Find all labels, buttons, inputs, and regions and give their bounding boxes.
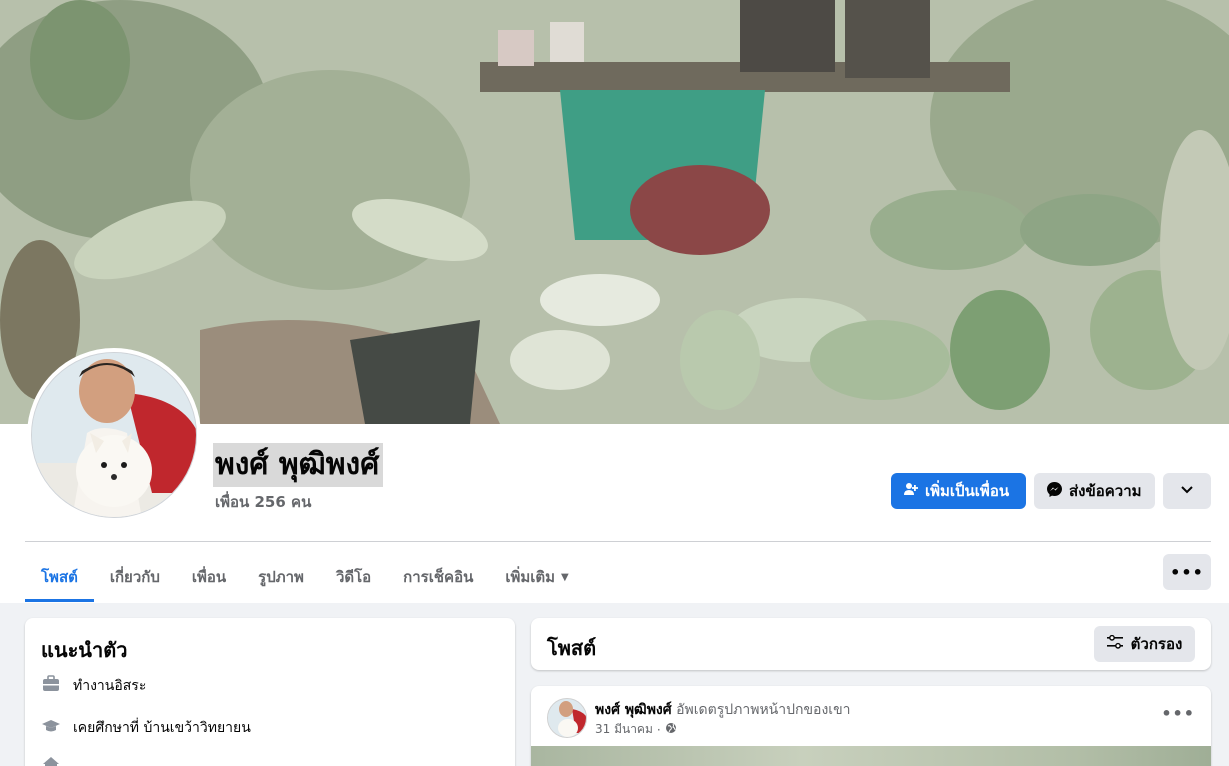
- profile-avatar[interactable]: [27, 348, 201, 522]
- tab-posts[interactable]: โพสต์: [25, 552, 94, 602]
- more-dots-icon: •••: [1170, 562, 1204, 582]
- post-card: พงศ์ พุฒิพงศ์ อัพเดตรูปภาพหน้าปกของเขา 3…: [531, 686, 1211, 766]
- post-image[interactable]: [531, 746, 1211, 766]
- briefcase-icon: [41, 674, 61, 698]
- post-meta: 31 มีนาคม ·: [595, 720, 677, 739]
- intro-title: แนะนำตัว: [41, 638, 128, 662]
- caret-down-icon: ▼: [561, 571, 569, 583]
- graduation-cap-icon: [41, 716, 61, 740]
- tab-friends[interactable]: เพื่อน: [176, 552, 242, 602]
- filter-label: ตัวกรอง: [1130, 635, 1183, 653]
- tab-check-ins[interactable]: การเช็คอิน: [387, 552, 489, 602]
- post-author-name[interactable]: พงศ์ พุฒิพงศ์: [595, 702, 672, 718]
- tab-label: เพื่อน: [191, 568, 227, 586]
- tab-label: วิดีโอ: [335, 568, 372, 586]
- intro-item-text: เคยศึกษาที่ บ้านเขว้าวิทยายน: [73, 720, 251, 736]
- profile-tabs: โพสต์ เกี่ยวกับ เพื่อน รูปภาพ วิดีโอ การ…: [25, 552, 585, 602]
- home-icon: [41, 754, 61, 766]
- filter-icon: [1106, 634, 1123, 653]
- tab-label: การเช็คอิน: [403, 568, 474, 586]
- intro-item-education: เคยศึกษาที่ บ้านเขว้าวิทยายน: [41, 716, 251, 740]
- header-divider: [25, 541, 1211, 542]
- intro-item-partial: [41, 754, 61, 766]
- friends-count[interactable]: เพื่อน 256 คน: [215, 490, 311, 514]
- meta-separator: ·: [656, 722, 661, 737]
- add-friend-button[interactable]: เพิ่มเป็นเพื่อน: [891, 473, 1026, 509]
- post-options-button[interactable]: •••: [1161, 704, 1195, 723]
- tab-about[interactable]: เกี่ยวกับ: [94, 552, 176, 602]
- profile-name: พงศ์ พุฒิพงศ์: [213, 443, 384, 487]
- tab-more[interactable]: เพิ่มเติม ▼: [489, 552, 584, 602]
- intro-card: แนะนำตัว ทำงานอิสระ เคยศึกษาที่ บ้านเขว้…: [25, 618, 515, 766]
- tabs-more-button[interactable]: •••: [1163, 554, 1211, 590]
- profile-more-button[interactable]: [1163, 473, 1211, 509]
- filter-button[interactable]: ตัวกรอง: [1094, 626, 1195, 662]
- post-author-avatar[interactable]: [547, 698, 587, 738]
- add-person-icon: [903, 481, 919, 501]
- tab-label: เพิ่มเติม: [505, 568, 556, 586]
- tab-photos[interactable]: รูปภาพ: [242, 552, 320, 602]
- cover-photo-image: [0, 0, 1229, 424]
- post-action-text: อัพเดตรูปภาพหน้าปกของเขา: [676, 702, 851, 718]
- tab-label: โพสต์: [41, 568, 78, 586]
- post-date[interactable]: 31 มีนาคม: [595, 720, 653, 739]
- posts-header-card: โพสต์ ตัวกรอง: [531, 618, 1211, 670]
- cover-photo[interactable]: [0, 0, 1229, 424]
- more-dots-icon: •••: [1161, 704, 1195, 723]
- message-button[interactable]: ส่งข้อความ: [1034, 473, 1155, 509]
- add-friend-label: เพิ่มเป็นเพื่อน: [925, 482, 1010, 500]
- globe-icon: [665, 722, 677, 737]
- avatar-image: [31, 352, 197, 518]
- messenger-icon: [1046, 481, 1063, 502]
- message-label: ส่งข้อความ: [1069, 482, 1142, 500]
- tab-label: รูปภาพ: [258, 568, 304, 586]
- intro-item-text: ทำงานอิสระ: [73, 678, 147, 694]
- tab-videos[interactable]: วิดีโอ: [320, 552, 387, 602]
- posts-title: โพสต์: [547, 636, 597, 660]
- intro-item-work: ทำงานอิสระ: [41, 674, 146, 698]
- chevron-down-icon: [1180, 482, 1194, 500]
- post-header-text: พงศ์ พุฒิพงศ์ อัพเดตรูปภาพหน้าปกของเขา: [595, 699, 851, 721]
- tab-label: เกี่ยวกับ: [109, 568, 160, 586]
